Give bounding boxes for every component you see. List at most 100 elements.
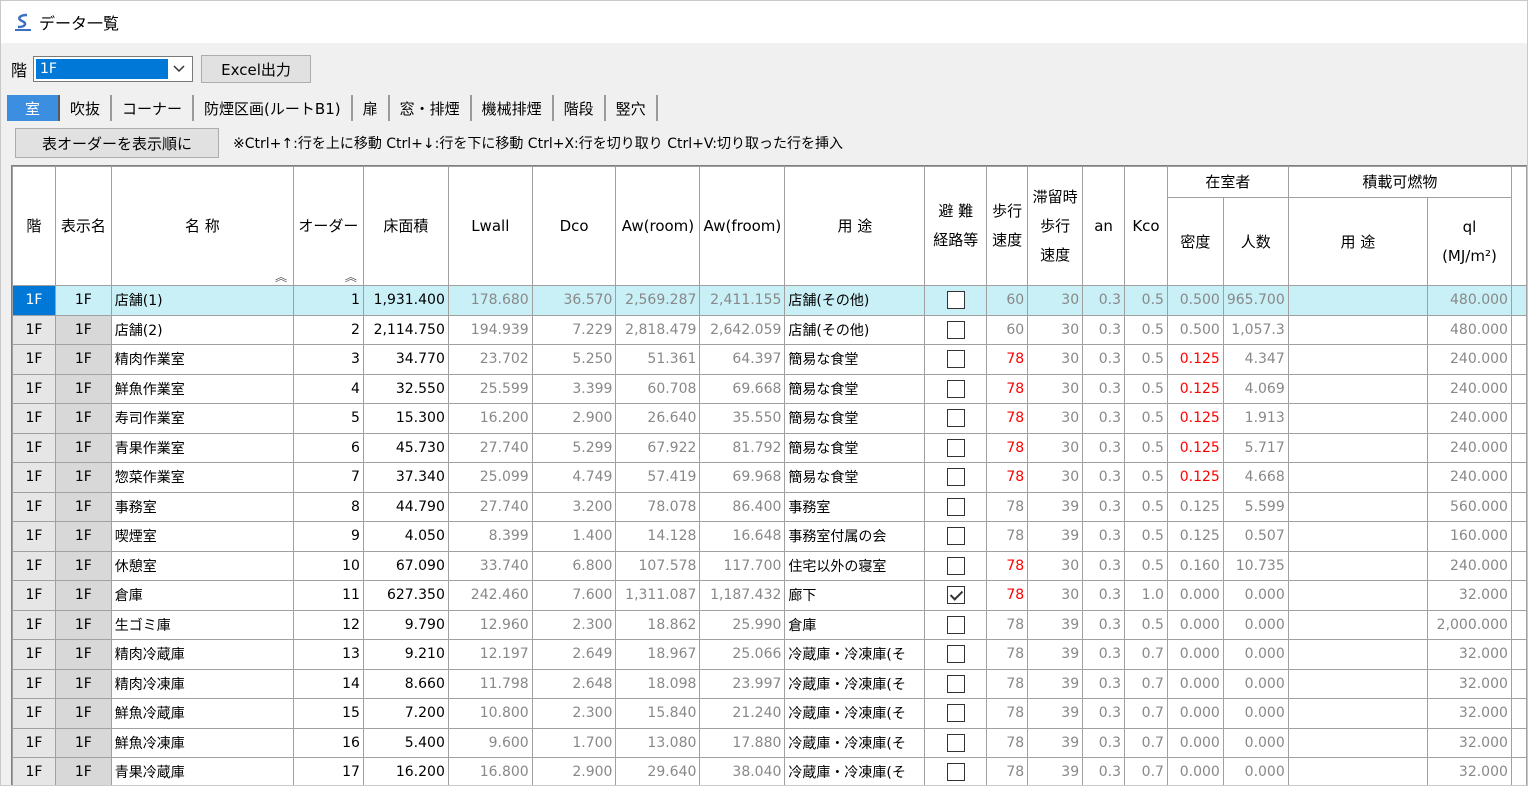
tab-6[interactable]: 機械排煙 bbox=[471, 95, 554, 121]
cell-kco[interactable]: 0.5 bbox=[1124, 344, 1168, 375]
cell-aw-froom[interactable]: 2,642.059 bbox=[699, 314, 786, 345]
cell-order[interactable]: 16 bbox=[292, 727, 364, 758]
header-fuel-usage[interactable]: 用 途 bbox=[1287, 197, 1428, 286]
table-row[interactable]: 1F 1F 店舗(2) 2 2,114.750 194.939 7.229 2,818.479… bbox=[12, 314, 1527, 345]
cell-lwall[interactable]: 9.600 bbox=[447, 727, 533, 758]
order-by-display-button[interactable]: 表オーダーを表示順に bbox=[15, 128, 219, 158]
cell-aw-froom[interactable]: 69.968 bbox=[699, 462, 786, 493]
cell-walk-speed[interactable]: 60 bbox=[986, 285, 1029, 316]
cell-name[interactable]: 鮮魚冷凍庫 bbox=[110, 727, 294, 758]
header-walk-speed[interactable]: 歩行 速度 bbox=[986, 166, 1029, 286]
cell-aw-room[interactable]: 67.922 bbox=[615, 432, 701, 463]
cell-density[interactable]: 0.000 bbox=[1166, 698, 1224, 729]
cell-floor[interactable]: 1F bbox=[12, 521, 56, 552]
cell-aw-froom[interactable]: 2,411.155 bbox=[699, 285, 786, 316]
header-density[interactable]: 密度 bbox=[1166, 197, 1224, 286]
cell-walk-speed[interactable]: 78 bbox=[986, 521, 1029, 552]
cell-display-name[interactable]: 1F bbox=[54, 580, 112, 611]
cell-lwall[interactable]: 242.460 bbox=[447, 580, 533, 611]
cell-name[interactable]: 鮮魚冷蔵庫 bbox=[110, 698, 294, 729]
cell-aw-froom[interactable]: 64.397 bbox=[699, 344, 786, 375]
cell-walk-speed[interactable]: 78 bbox=[986, 668, 1029, 699]
cell-people[interactable]: 0.507 bbox=[1222, 521, 1289, 552]
tab-3[interactable]: 防煙区画(ルートB1) bbox=[194, 95, 353, 121]
cell-density[interactable]: 0.160 bbox=[1166, 550, 1224, 581]
cell-density[interactable]: 0.125 bbox=[1166, 403, 1224, 434]
cell-floor[interactable]: 1F bbox=[12, 432, 56, 463]
cell-name[interactable]: 精肉冷蔵庫 bbox=[110, 639, 294, 670]
cell-order[interactable]: 2 bbox=[292, 314, 364, 345]
cell-an[interactable]: 0.3 bbox=[1082, 285, 1125, 316]
cell-aw-room[interactable]: 13.080 bbox=[615, 727, 701, 758]
cell-floor-area[interactable]: 15.300 bbox=[362, 403, 449, 434]
cell-density[interactable]: 0.125 bbox=[1166, 462, 1224, 493]
cell-usage[interactable]: 冷蔵庫・冷凍庫(そ bbox=[784, 698, 926, 729]
cell-people[interactable]: 4.668 bbox=[1222, 462, 1289, 493]
cell-stay-speed[interactable]: 39 bbox=[1027, 727, 1084, 758]
cell-name[interactable]: 精肉作業室 bbox=[110, 344, 294, 375]
table-row[interactable]: 1F 1F 休憩室 10 67.090 33.740 6.800 107.578 117.700… bbox=[12, 550, 1527, 581]
cell-an[interactable]: 0.3 bbox=[1082, 344, 1125, 375]
table-row[interactable]: 1F 1F 精肉冷凍庫 14 8.660 11.798 2.648 18.098 23.997 冷… bbox=[12, 668, 1527, 699]
header-floor[interactable]: 階 bbox=[12, 166, 56, 286]
cell-density[interactable]: 0.500 bbox=[1166, 285, 1224, 316]
cell-usage[interactable]: 冷蔵庫・冷凍庫(そ bbox=[784, 757, 926, 785]
cell-name[interactable]: 倉庫 bbox=[110, 580, 294, 611]
cell-density[interactable]: 0.000 bbox=[1166, 609, 1224, 640]
tab-7[interactable]: 階段 bbox=[553, 95, 606, 121]
cell-an[interactable]: 0.3 bbox=[1082, 668, 1125, 699]
cell-floor-area[interactable]: 37.340 bbox=[362, 462, 449, 493]
table-row[interactable]: 1F 1F 青果冷蔵庫 17 16.200 16.800 2.900 29.640 38.040… bbox=[12, 757, 1527, 785]
cell-an[interactable]: 0.3 bbox=[1082, 521, 1125, 552]
cell-fuel-usage[interactable] bbox=[1287, 432, 1428, 463]
cell-kco[interactable]: 0.5 bbox=[1124, 285, 1168, 316]
cell-an[interactable]: 0.3 bbox=[1082, 609, 1125, 640]
tab-8[interactable]: 竪穴 bbox=[605, 95, 658, 121]
cell-display-name[interactable]: 1F bbox=[54, 727, 112, 758]
cell-density[interactable]: 0.500 bbox=[1166, 314, 1224, 345]
cell-floor-area[interactable]: 627.350 bbox=[362, 580, 449, 611]
excel-export-button[interactable]: Excel出力 bbox=[201, 55, 312, 83]
cell-stay-speed[interactable]: 30 bbox=[1027, 373, 1084, 404]
cell-kco[interactable]: 0.5 bbox=[1124, 462, 1168, 493]
cell-aw-room[interactable]: 107.578 bbox=[615, 550, 701, 581]
cell-ql[interactable]: 560.000 bbox=[1426, 491, 1512, 522]
cell-people[interactable]: 1,057.3 bbox=[1222, 314, 1289, 345]
tab-4[interactable]: 扉 bbox=[352, 95, 390, 121]
cell-kco[interactable]: 0.5 bbox=[1124, 609, 1168, 640]
cell-aw-froom[interactable]: 117.700 bbox=[699, 550, 786, 581]
cell-ql[interactable]: 240.000 bbox=[1426, 344, 1512, 375]
cell-stay-speed[interactable]: 39 bbox=[1027, 757, 1084, 785]
cell-name[interactable]: 事務室 bbox=[110, 491, 294, 522]
cell-an[interactable]: 0.3 bbox=[1082, 462, 1125, 493]
cell-order[interactable]: 17 bbox=[292, 757, 364, 785]
cell-display-name[interactable]: 1F bbox=[54, 609, 112, 640]
cell-lwall[interactable]: 16.800 bbox=[447, 757, 533, 785]
cell-an[interactable]: 0.3 bbox=[1082, 314, 1125, 345]
cell-dco[interactable]: 7.600 bbox=[531, 580, 617, 611]
cell-fuel-usage[interactable] bbox=[1287, 344, 1428, 375]
cell-display-name[interactable]: 1F bbox=[54, 550, 112, 581]
cell-ql[interactable]: 160.000 bbox=[1426, 521, 1512, 552]
cell-density[interactable]: 0.000 bbox=[1166, 668, 1224, 699]
cell-stay-speed[interactable]: 30 bbox=[1027, 314, 1084, 345]
cell-dco[interactable]: 2.649 bbox=[531, 639, 617, 670]
table-row[interactable]: 1F 1F 鮮魚冷蔵庫 15 7.200 10.800 2.300 15.840 21.240 冷… bbox=[12, 698, 1527, 729]
cell-ql[interactable]: 240.000 bbox=[1426, 462, 1512, 493]
cell-stay-speed[interactable]: 30 bbox=[1027, 550, 1084, 581]
cell-people[interactable]: 0.000 bbox=[1222, 580, 1289, 611]
cell-dco[interactable]: 1.700 bbox=[531, 727, 617, 758]
cell-people[interactable]: 1.913 bbox=[1222, 403, 1289, 434]
cell-display-name[interactable]: 1F bbox=[54, 432, 112, 463]
evacuation-checkbox[interactable] bbox=[946, 733, 965, 752]
cell-stay-speed[interactable]: 39 bbox=[1027, 668, 1084, 699]
cell-fuel-usage[interactable] bbox=[1287, 609, 1428, 640]
cell-floor[interactable]: 1F bbox=[12, 462, 56, 493]
cell-usage[interactable]: 廊下 bbox=[784, 580, 926, 611]
cell-floor[interactable]: 1F bbox=[12, 727, 56, 758]
cell-order[interactable]: 15 bbox=[292, 698, 364, 729]
cell-aw-froom[interactable]: 23.997 bbox=[699, 668, 786, 699]
evacuation-checkbox[interactable] bbox=[946, 645, 965, 664]
cell-order[interactable]: 9 bbox=[292, 521, 364, 552]
cell-aw-froom[interactable]: 86.400 bbox=[699, 491, 786, 522]
